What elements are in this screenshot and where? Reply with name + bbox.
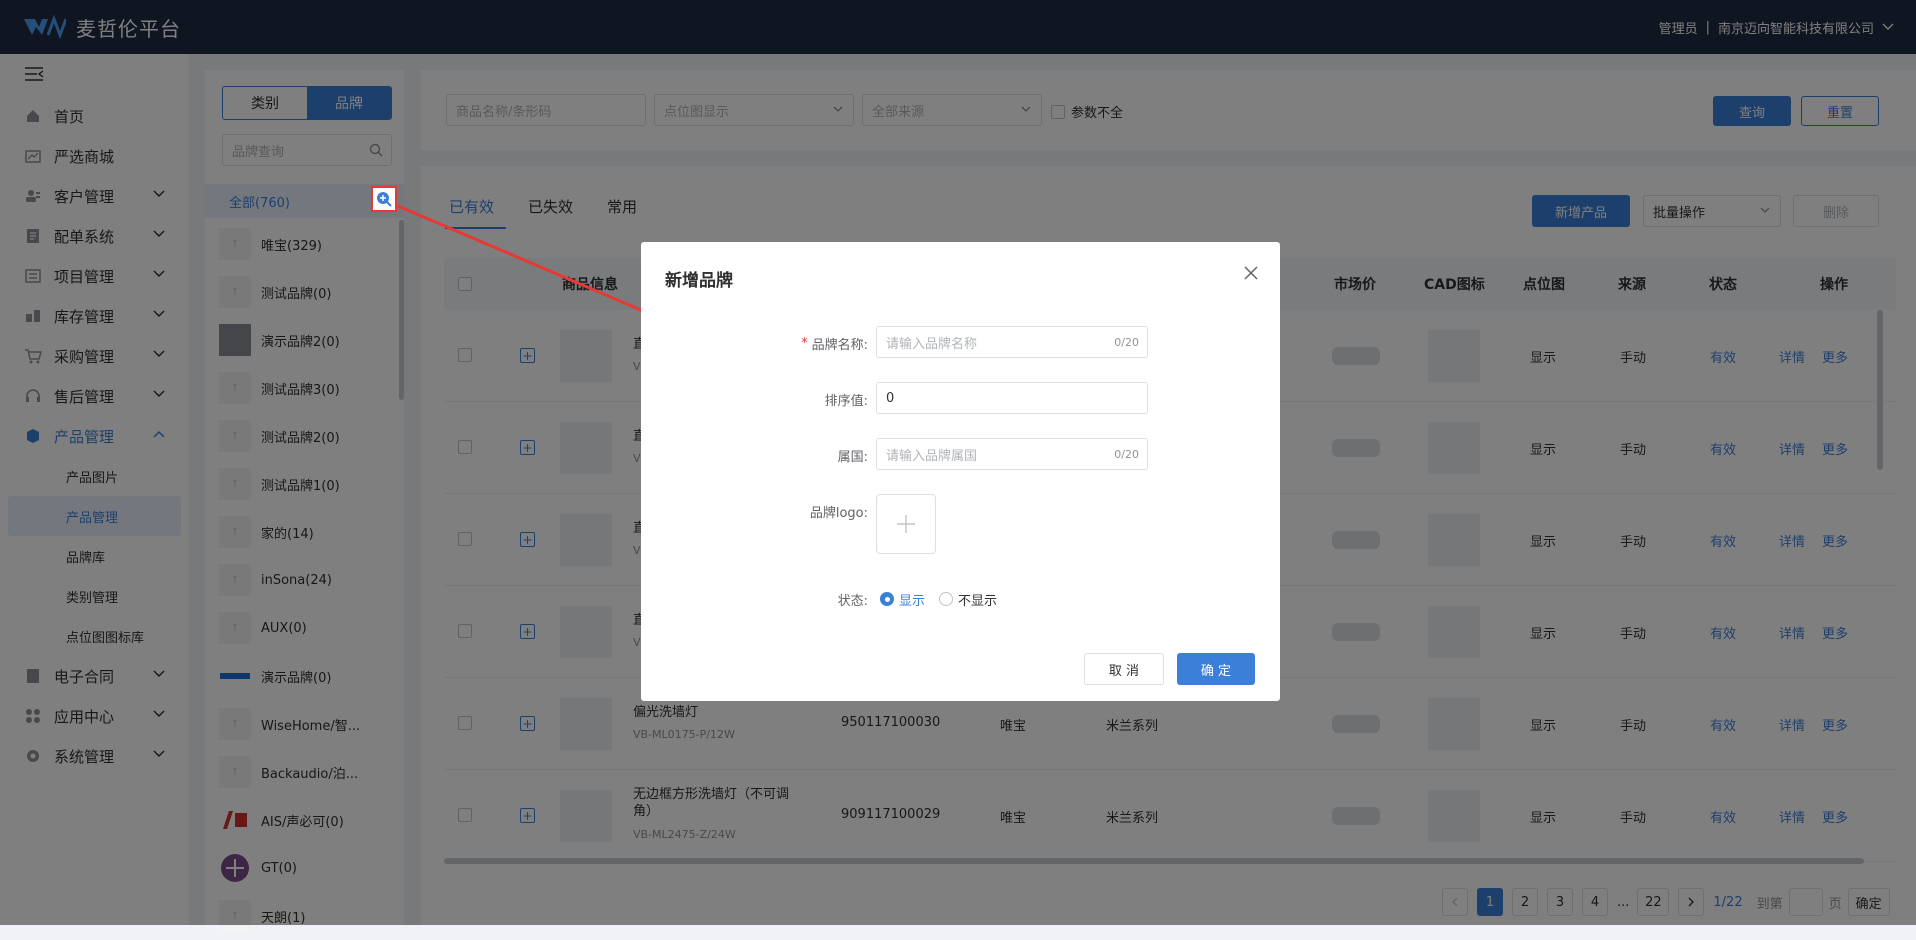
confirm-button[interactable]: 确 定 xyxy=(1177,653,1255,685)
brand-name-placeholder: 请输入品牌名称 xyxy=(886,336,978,352)
radio-label: 显示 xyxy=(899,593,926,609)
country-input[interactable]: 请输入品牌属国 0/20 xyxy=(876,438,1148,470)
char-counter: 0/20 xyxy=(1114,336,1139,349)
radio-dot xyxy=(880,592,894,606)
radio-dot xyxy=(939,592,954,606)
country-label: 属国: xyxy=(837,449,868,465)
brand-name-label: * 品牌名称: xyxy=(801,326,868,360)
brand-name-row: * 品牌名称: 请输入品牌名称 0/20 xyxy=(641,326,1280,360)
logo-row: 品牌logo: xyxy=(641,494,1280,554)
dialog-title: 新增品牌 xyxy=(665,271,733,291)
add-brand-dialog: 新增品牌 * 品牌名称: 请输入品牌名称 0/20 排序值: 0 属国: 请输入品牌… xyxy=(641,242,1280,701)
sort-input[interactable]: 0 xyxy=(876,382,1148,414)
brand-name-input[interactable]: 请输入品牌名称 0/20 xyxy=(876,326,1148,358)
status-show-radio[interactable]: 显示 xyxy=(880,590,925,609)
radio-label: 不显示 xyxy=(958,593,998,609)
logo-upload[interactable] xyxy=(876,494,936,554)
add-brand-button[interactable] xyxy=(371,186,397,212)
close-icon[interactable] xyxy=(1244,266,1258,280)
brand-name-label-text: 品牌名称: xyxy=(811,337,868,353)
add-search-icon xyxy=(377,192,392,207)
cancel-button[interactable]: 取 消 xyxy=(1084,653,1164,685)
status-label: 状态: xyxy=(837,593,868,609)
sort-label: 排序值: xyxy=(824,393,868,409)
sort-value: 0 xyxy=(886,390,895,406)
status-radio-group: 显示 不显示 xyxy=(880,582,1011,616)
plus-icon xyxy=(897,515,915,533)
required-mark: * xyxy=(801,335,808,351)
status-row: 状态: 显示 不显示 xyxy=(641,582,1280,616)
logo-label: 品牌logo: xyxy=(809,505,868,521)
char-counter: 0/20 xyxy=(1114,448,1139,461)
country-placeholder: 请输入品牌属国 xyxy=(886,448,978,464)
sort-row: 排序值: 0 xyxy=(641,382,1280,416)
country-row: 属国: 请输入品牌属国 0/20 xyxy=(641,438,1280,472)
status-hide-radio[interactable]: 不显示 xyxy=(939,590,997,609)
